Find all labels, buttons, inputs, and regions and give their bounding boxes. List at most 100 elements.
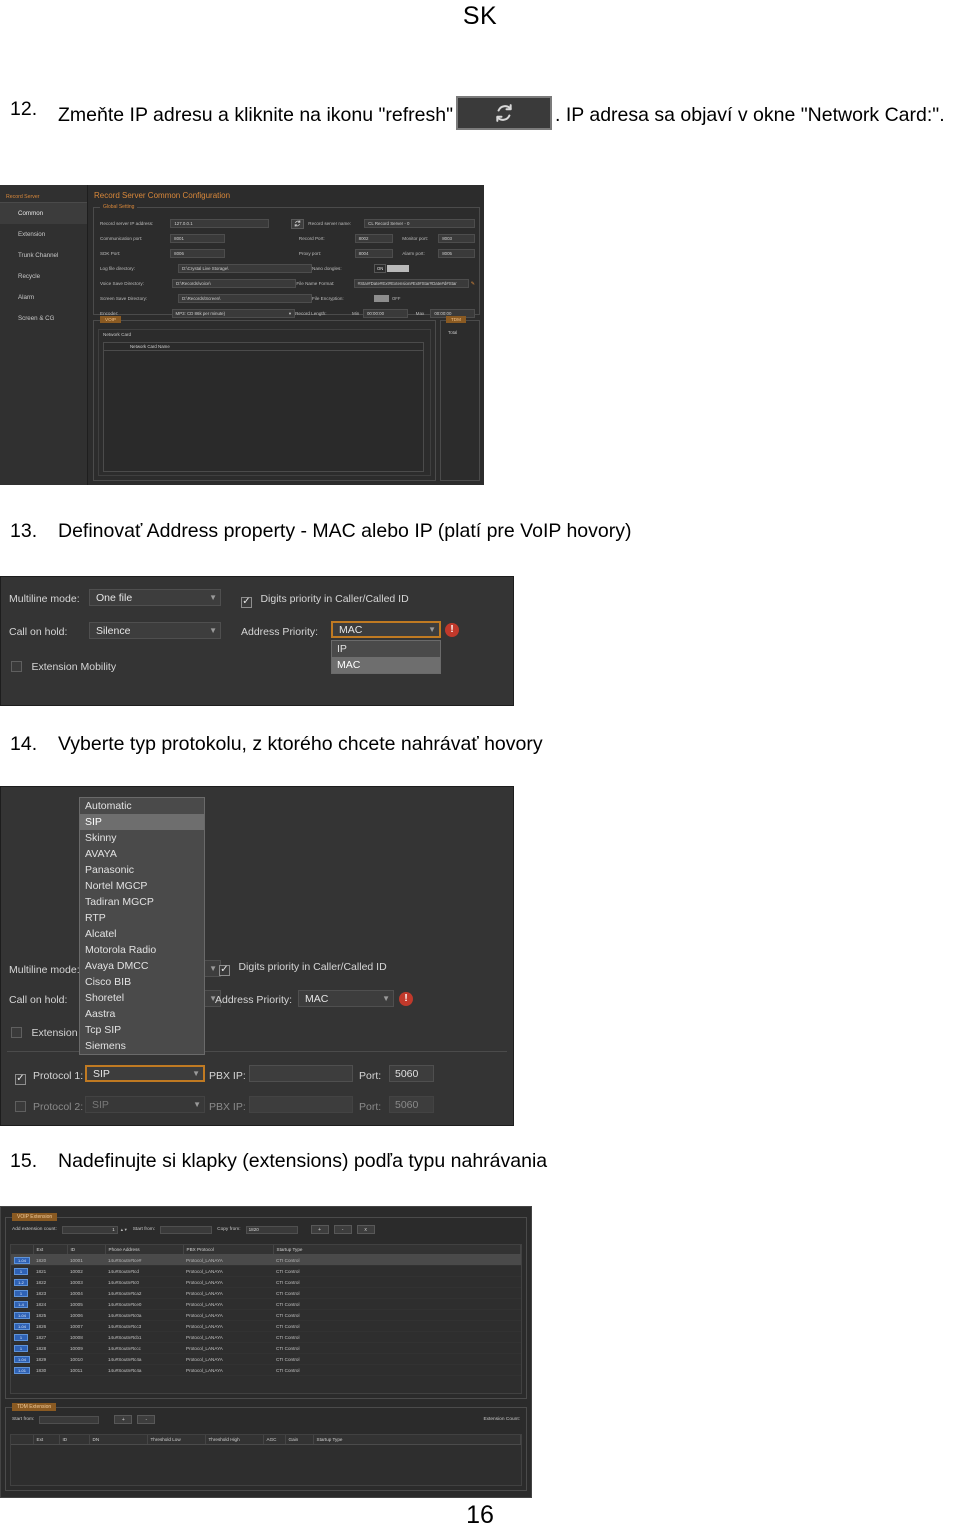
- column-ext[interactable]: Ext: [33, 1245, 68, 1255]
- warning-icon[interactable]: !: [445, 623, 459, 637]
- address-priority-select[interactable]: MAC ▼: [331, 621, 441, 638]
- table-row[interactable]: 1-01 1830 10011 14u#Soutn#tc4a Protocol_…: [11, 1364, 521, 1376]
- voip-extension-table-wrap[interactable]: Ext ID Phone Address PBX Protocol Startu…: [10, 1244, 522, 1394]
- table-row[interactable]: 1-04 1820 10001 14u#Soutn#tce# Protocol_…: [11, 1254, 521, 1266]
- remove-extension-button[interactable]: -: [333, 1225, 352, 1234]
- file-encryption-toggle[interactable]: OFF: [374, 295, 400, 302]
- table-row[interactable]: 1-2 1822 10003 14u#Soutn#tc0 Protocol_LA…: [11, 1276, 521, 1288]
- column-dn[interactable]: DN: [89, 1435, 148, 1445]
- column-agc[interactable]: AGC: [263, 1435, 286, 1445]
- protocol1-pbx-ip-input[interactable]: [249, 1065, 353, 1082]
- menu-item-siemens[interactable]: Siemens: [80, 1038, 204, 1054]
- column-phone-address[interactable]: Phone Address: [105, 1245, 184, 1255]
- record-server-sidebar[interactable]: Record Server Common Extension Trunk Cha…: [0, 185, 88, 485]
- menu-item-alcatel[interactable]: Alcatel: [80, 926, 204, 942]
- digits-priority-checkbox[interactable]: ✓ Digits priority in Caller/Called ID: [241, 591, 409, 609]
- protocol1-checkbox[interactable]: ✓: [15, 1068, 26, 1086]
- start-from-input[interactable]: [160, 1225, 213, 1234]
- address-priority-select[interactable]: MAC ▼: [298, 990, 394, 1007]
- log-file-directory-input[interactable]: D:\Crystal Live Storage\: [178, 264, 312, 273]
- record-port-input[interactable]: 8002: [354, 234, 394, 243]
- multiline-mode-select[interactable]: One file ▼: [89, 589, 221, 606]
- record-length-min-input[interactable]: 00:00:00: [362, 309, 408, 318]
- table-row[interactable]: 1 1823 10004 14u#Soutn#tca2 Protocol_LAN…: [11, 1287, 521, 1299]
- table-row[interactable]: 1-04 1825 10006 14u#Soutn#tc0a Protocol_…: [11, 1309, 521, 1321]
- sidebar-item-common[interactable]: Common: [0, 203, 87, 224]
- communication-port-input[interactable]: 8001: [170, 234, 225, 243]
- extension-mobility-checkbox[interactable]: Extension Mobility: [11, 659, 116, 677]
- screenshot-extensions[interactable]: VOIP Extension Add extension count: 1 ▲▼…: [0, 1206, 532, 1498]
- refresh-icon[interactable]: [290, 218, 305, 229]
- menu-item-cisco-bib[interactable]: Cisco BIB: [80, 974, 204, 990]
- menu-item-aastra[interactable]: Aastra: [80, 1006, 204, 1022]
- table-row[interactable]: 1 1827 10008 14u#Soutn#tcb1 Protocol_LAN…: [11, 1331, 521, 1343]
- sidebar-item-trunk-channel[interactable]: Trunk Channel: [0, 245, 87, 266]
- column-id[interactable]: ID: [67, 1245, 106, 1255]
- menu-item-mac[interactable]: MAC: [332, 657, 440, 673]
- voip-tab[interactable]: VOIP: [100, 316, 121, 323]
- file-name-format-input[interactable]: #Star#Date#Ext#Extension#Ext#Star#Date#d…: [353, 279, 469, 288]
- proxy-port-input[interactable]: 8004: [354, 249, 394, 258]
- network-card-table[interactable]: Network Card Name: [103, 342, 424, 472]
- refresh-icon[interactable]: [456, 96, 553, 130]
- digits-priority-checkbox[interactable]: ✓ Digits priority in Caller/Called ID: [219, 959, 387, 977]
- sidebar-item-extension[interactable]: Extension: [0, 224, 87, 245]
- spinner-icon[interactable]: ▲▼: [120, 1227, 128, 1232]
- voice-save-directory-input[interactable]: D:\Records\voice\: [172, 279, 297, 288]
- table-row[interactable]: 1-04 1829 10010 14u#Soutn#tc4a Protocol_…: [11, 1353, 521, 1365]
- column-gain[interactable]: Gain: [285, 1435, 314, 1445]
- record-server-name-input[interactable]: CL Record Server - 0: [364, 219, 475, 228]
- copy-from-input[interactable]: 1820: [245, 1225, 298, 1234]
- menu-item-panasonic[interactable]: Panasonic: [80, 862, 204, 878]
- menu-item-nortel-mgcp[interactable]: Nortel MGCP: [80, 878, 204, 894]
- pencil-icon[interactable]: ✎: [471, 281, 475, 287]
- protocol1-port-input[interactable]: 5060: [389, 1065, 434, 1082]
- column-pbx-protocol[interactable]: PBX Protocol: [183, 1245, 274, 1255]
- warning-icon[interactable]: !: [399, 992, 413, 1006]
- sidebar-item-recycle[interactable]: Recycle: [0, 266, 87, 287]
- monitor-port-input[interactable]: 8003: [438, 234, 475, 243]
- menu-item-automatic[interactable]: Automatic: [80, 798, 204, 814]
- voip-extension-table[interactable]: Ext ID Phone Address PBX Protocol Startu…: [11, 1245, 521, 1376]
- tdm-remove-button[interactable]: -: [137, 1415, 156, 1424]
- add-extension-button[interactable]: +: [310, 1225, 329, 1234]
- address-priority-dropdown-menu[interactable]: IP MAC: [331, 640, 441, 674]
- menu-item-avaya[interactable]: AVAYA: [80, 846, 204, 862]
- call-on-hold-select[interactable]: Silence ▼: [89, 622, 221, 639]
- column-id[interactable]: ID: [59, 1435, 90, 1445]
- protocol2-checkbox[interactable]: [15, 1099, 26, 1117]
- sidebar-item-screen-cg[interactable]: Screen & CG: [0, 308, 87, 329]
- screenshot-record-server-config[interactable]: Record Server Common Extension Trunk Cha…: [0, 185, 484, 485]
- column-startup-type[interactable]: Startup Type: [273, 1245, 521, 1255]
- column-startup-type[interactable]: Startup Type: [313, 1435, 521, 1445]
- sdk-port-input[interactable]: 8006: [170, 249, 225, 258]
- protocol-dropdown-menu[interactable]: Automatic SIP Skinny AVAYA Panasonic Nor…: [79, 797, 205, 1055]
- tdm-add-button[interactable]: +: [114, 1415, 133, 1424]
- sidebar-item-alarm[interactable]: Alarm: [0, 287, 87, 308]
- tdm-tab[interactable]: TDM: [446, 316, 466, 323]
- tdm-extension-table[interactable]: Ext ID DN Threshold Low Threshold High A…: [11, 1435, 521, 1445]
- menu-item-tcp-sip[interactable]: Tcp SIP: [80, 1022, 204, 1038]
- menu-item-rtp[interactable]: RTP: [80, 910, 204, 926]
- menu-item-shoretel[interactable]: Shoretel: [80, 990, 204, 1006]
- column-threshold-high[interactable]: Threshold High: [205, 1435, 264, 1445]
- column-threshold-low[interactable]: Threshold Low: [147, 1435, 206, 1445]
- table-row[interactable]: 1 1828 10009 14u#Soutn#tccc Protocol_LAN…: [11, 1342, 521, 1354]
- encoder-select[interactable]: MP3: CD 86k per minute) ▾: [171, 309, 296, 318]
- voip-extension-toolbar[interactable]: Add extension count: 1 ▲▼ Start from: Co…: [6, 1218, 526, 1238]
- column-ext[interactable]: Ext: [33, 1435, 60, 1445]
- table-row[interactable]: 1-4 1824 10005 14u#Soutn#tce0 Protocol_L…: [11, 1298, 521, 1310]
- nano-dongles-toggle[interactable]: ON: [374, 264, 410, 273]
- add-extension-count-input[interactable]: 1: [61, 1225, 118, 1234]
- menu-item-tadiran-mgcp[interactable]: Tadiran MGCP: [80, 894, 204, 910]
- screen-save-directory-input[interactable]: D:\Records\Screen\: [178, 294, 312, 303]
- menu-item-skinny[interactable]: Skinny: [80, 830, 204, 846]
- menu-item-sip[interactable]: SIP: [80, 814, 204, 830]
- alarm-port-input[interactable]: 8005: [438, 249, 475, 258]
- protocol1-select[interactable]: SIP ▼: [85, 1065, 205, 1082]
- tdm-start-from-input[interactable]: [39, 1415, 100, 1424]
- record-server-ip-input[interactable]: 127.0.0.1: [170, 219, 269, 228]
- menu-item-motorola-radio[interactable]: Motorola Radio: [80, 942, 204, 958]
- menu-item-ip[interactable]: IP: [332, 641, 440, 657]
- delete-extension-button[interactable]: x: [356, 1225, 375, 1234]
